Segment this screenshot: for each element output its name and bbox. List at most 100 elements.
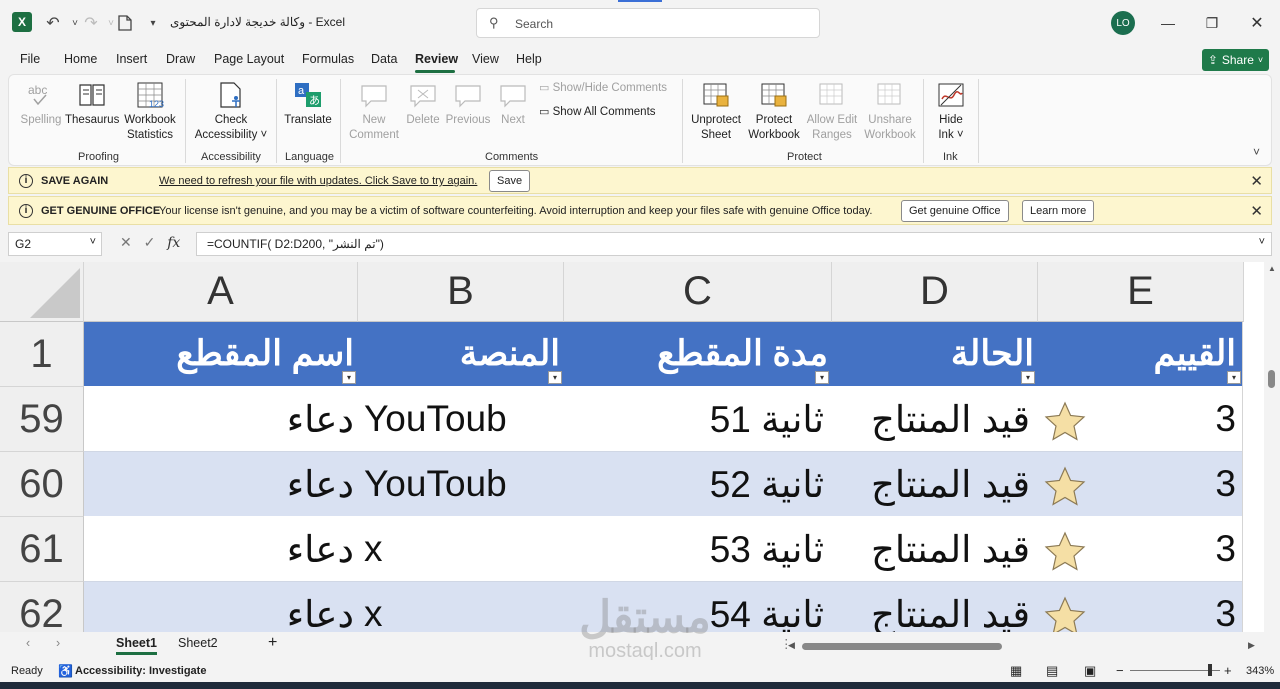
scroll-up-icon[interactable]: ▲ xyxy=(1268,264,1276,273)
expand-formula-icon[interactable]: ˅ xyxy=(1259,236,1265,248)
next-sheet-icon[interactable]: › xyxy=(56,636,60,650)
share-button[interactable]: ⇪ Share ˅ xyxy=(1202,49,1269,71)
menu-formulas[interactable]: Formulas xyxy=(302,52,354,66)
cell-c[interactable]: ثانية 51 xyxy=(564,387,824,451)
search-box[interactable]: ⚲ Search xyxy=(476,8,820,38)
minimize-icon[interactable]: — xyxy=(1156,12,1180,34)
hide-ink-button[interactable]: Hide Ink ˅ xyxy=(929,81,973,143)
cancel-icon[interactable]: ✕ xyxy=(120,234,132,250)
column-header-a[interactable]: A xyxy=(84,262,358,322)
zoom-level[interactable]: 343% xyxy=(1246,665,1274,677)
cell-e[interactable]: 3 xyxy=(1038,517,1236,581)
thesaurus-button[interactable]: Thesaurus xyxy=(65,81,119,128)
undo-icon[interactable]: ↶ xyxy=(42,12,64,34)
zoom-in-icon[interactable]: + xyxy=(1224,663,1232,678)
check-icon[interactable]: ✓ xyxy=(144,234,156,250)
normal-view-icon[interactable]: ▦ xyxy=(1010,663,1022,679)
cell-a[interactable]: دعاء xyxy=(84,582,354,633)
column-header-c[interactable]: C xyxy=(564,262,832,322)
workbook-statistics-button[interactable]: 123 Workbook Statistics xyxy=(121,81,179,143)
close-icon[interactable]: ✕ xyxy=(1250,202,1263,220)
cell-b[interactable]: YouToub xyxy=(364,387,507,451)
column-header-d[interactable]: D xyxy=(832,262,1038,322)
new-file-icon[interactable] xyxy=(114,12,136,34)
chevron-down-icon[interactable]: ˅ xyxy=(90,236,96,248)
cell-e[interactable]: 3 xyxy=(1038,387,1236,451)
cell-b[interactable]: YouToub xyxy=(364,452,507,516)
spelling-button[interactable]: abc Spelling xyxy=(19,81,63,128)
header-cell-a[interactable]: اسم المقطع xyxy=(84,322,354,386)
get-genuine-office-button[interactable]: Get genuine Office xyxy=(901,200,1009,222)
header-cell-d[interactable]: الحالة xyxy=(832,322,1034,386)
menu-page-layout[interactable]: Page Layout xyxy=(214,52,284,66)
add-sheet-icon[interactable]: + xyxy=(268,634,277,652)
filter-dropdown-icon[interactable]: ▾ xyxy=(548,371,562,384)
header-cell-c[interactable]: مدة المقطع xyxy=(564,322,828,386)
collapse-ribbon-icon[interactable]: ˅ xyxy=(1253,145,1260,159)
next-comment-button[interactable]: Next xyxy=(493,81,533,128)
restore-icon[interactable]: ❐ xyxy=(1200,12,1224,34)
protect-workbook-button[interactable]: Protect Workbook xyxy=(745,81,803,143)
cell-e[interactable]: 3 xyxy=(1038,452,1236,516)
zoom-slider-handle[interactable] xyxy=(1208,664,1212,676)
formula-input[interactable]: =COUNTIF( D2:D200, "تم النشر") ˅ xyxy=(196,232,1272,256)
zoom-slider[interactable] xyxy=(1130,670,1220,671)
row-header[interactable]: 61 xyxy=(0,517,84,582)
learn-more-button[interactable]: Learn more xyxy=(1022,200,1095,222)
filter-dropdown-icon[interactable]: ▾ xyxy=(1021,371,1035,384)
vertical-scrollbar[interactable]: ▲ xyxy=(1264,262,1280,632)
cell-d[interactable]: قيد المنتاج xyxy=(832,582,1030,633)
cell-c[interactable]: ثانية 53 xyxy=(564,517,824,581)
menu-home[interactable]: Home xyxy=(64,52,97,66)
cell-a[interactable]: دعاء xyxy=(84,387,354,451)
tab-sheet2[interactable]: Sheet2 xyxy=(178,636,218,650)
check-accessibility-button[interactable]: Check Accessibility ˅ xyxy=(191,81,271,143)
menu-view[interactable]: View xyxy=(472,52,499,66)
cell-a[interactable]: دعاء xyxy=(84,452,354,516)
cell-d[interactable]: قيد المنتاج xyxy=(832,517,1030,581)
allow-edit-ranges-button[interactable]: Allow Edit Ranges xyxy=(803,81,861,143)
new-comment-button[interactable]: New Comment xyxy=(345,81,403,143)
menu-draw[interactable]: Draw xyxy=(166,52,195,66)
row-header[interactable]: 60 xyxy=(0,452,84,517)
cell-b[interactable]: x xyxy=(364,582,383,632)
horizontal-scrollbar[interactable] xyxy=(800,640,1240,652)
close-icon[interactable]: ✕ xyxy=(1245,12,1269,34)
menu-file[interactable]: File xyxy=(20,52,40,66)
name-box[interactable]: G2 ˅ xyxy=(8,232,102,256)
accessibility-status[interactable]: Accessibility: Investigate xyxy=(75,665,206,677)
translate-button[interactable]: aあ Translate xyxy=(281,81,335,128)
filter-dropdown-icon[interactable]: ▾ xyxy=(342,371,356,384)
header-cell-e[interactable]: القييم xyxy=(1038,322,1236,386)
zoom-out-icon[interactable]: − xyxy=(1116,663,1124,678)
tab-sheet1[interactable]: Sheet1 xyxy=(116,636,157,655)
row-header[interactable]: 1 xyxy=(0,322,84,387)
unshare-workbook-button[interactable]: Unshare Workbook xyxy=(861,81,919,143)
column-header-e[interactable]: E xyxy=(1038,262,1244,322)
row-header[interactable]: 59 xyxy=(0,387,84,452)
cell-c[interactable]: ثانية 52 xyxy=(564,452,824,516)
menu-help[interactable]: Help xyxy=(516,52,542,66)
redo-icon[interactable]: ↷ xyxy=(80,12,102,34)
previous-sheet-icon[interactable]: ‹ xyxy=(26,636,30,650)
select-all-corner[interactable] xyxy=(0,262,84,322)
header-cell-b[interactable]: المنصة xyxy=(358,322,560,386)
avatar[interactable]: LO xyxy=(1111,11,1135,35)
cell-d[interactable]: قيد المنتاج xyxy=(832,387,1030,451)
scroll-left-icon[interactable]: ◀ xyxy=(788,640,795,651)
page-break-view-icon[interactable]: ▣ xyxy=(1084,663,1096,679)
cell-d[interactable]: قيد المنتاج xyxy=(832,452,1030,516)
previous-comment-button[interactable]: Previous xyxy=(445,81,491,128)
filter-dropdown-icon[interactable]: ▾ xyxy=(1227,371,1241,384)
show-all-comments-button[interactable]: ▭ Show All Comments xyxy=(539,105,679,120)
scroll-right-icon[interactable]: ▶ xyxy=(1248,640,1255,651)
scroll-thumb[interactable] xyxy=(1268,370,1275,388)
page-layout-view-icon[interactable]: ▤ xyxy=(1046,663,1058,679)
filter-dropdown-icon[interactable]: ▾ xyxy=(815,371,829,384)
cell-e[interactable]: 3 xyxy=(1038,582,1236,632)
customize-qat-icon[interactable]: ▾ xyxy=(142,12,164,34)
row-header[interactable]: 62 xyxy=(0,582,84,632)
scroll-thumb[interactable] xyxy=(802,643,1002,650)
save-button[interactable]: Save xyxy=(489,170,531,192)
show-hide-comments-button[interactable]: ▭ Show/Hide Comments xyxy=(539,81,679,96)
